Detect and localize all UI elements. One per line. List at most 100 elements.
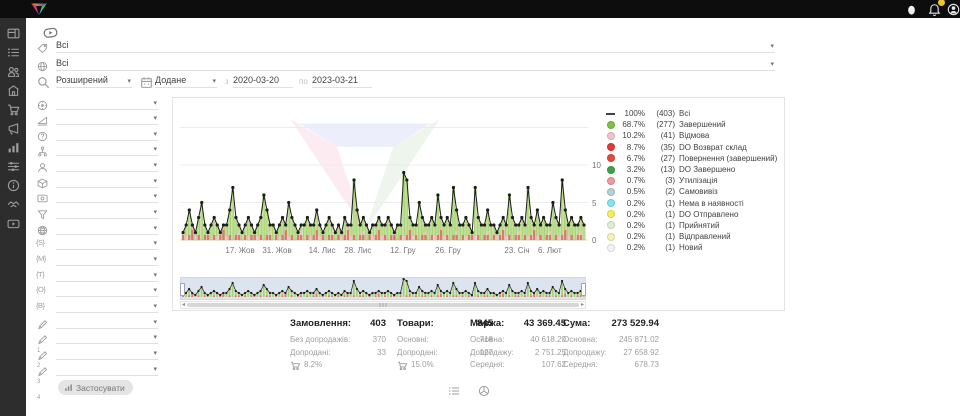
pie-view-icon[interactable] bbox=[478, 385, 490, 397]
sidebar-item-store[interactable] bbox=[7, 84, 20, 97]
cart-upsell-icon bbox=[397, 360, 408, 371]
sidebar-item-marketing[interactable] bbox=[7, 122, 20, 135]
profile-egg-icon[interactable] bbox=[905, 3, 918, 16]
legend-item[interactable]: 8.7%(35)DO Возврат склад bbox=[606, 142, 784, 153]
x-tick-label: 28. Лис bbox=[344, 246, 371, 255]
filter-select-level[interactable]: ▾ bbox=[56, 112, 158, 125]
x-tick-label: 14. Лис bbox=[309, 246, 336, 255]
cart-upsell-icon bbox=[290, 360, 301, 371]
legend-item[interactable]: 0.2%(1)Новий bbox=[606, 242, 784, 253]
legend-item[interactable]: 0.7%(3)Утилізація bbox=[606, 175, 784, 186]
legend-item[interactable]: 68.7%(277)Завершений bbox=[606, 119, 784, 130]
filter-select-brace-B[interactable]: ▾ bbox=[56, 300, 158, 313]
y-tick-label: 5 bbox=[592, 199, 606, 208]
stat-title: Сума:273 529.94 bbox=[563, 318, 659, 329]
users-icon bbox=[7, 65, 20, 78]
x-tick-label: 12. Гру bbox=[390, 246, 416, 255]
legend-item[interactable]: 0.2%(1)Прийнятий bbox=[606, 220, 784, 231]
filter-select-globe[interactable]: ▾ bbox=[56, 222, 158, 235]
sidebar-item-settings[interactable] bbox=[7, 160, 20, 173]
stat-row: Середня:678.73 bbox=[563, 359, 659, 372]
product-icon bbox=[37, 61, 48, 72]
filter-select-help[interactable]: ▾ bbox=[56, 128, 158, 141]
sidebar-item-video[interactable] bbox=[7, 217, 20, 230]
stat-title: Маржа:43 369.45 bbox=[470, 318, 566, 329]
filter-select-funnel[interactable]: ▾ bbox=[56, 206, 158, 219]
calendar-icon[interactable] bbox=[140, 76, 153, 89]
date-from-input[interactable]: 2020-03-20 bbox=[233, 75, 293, 88]
stat-column: Замовлення:403Без допродажів:370Допродан… bbox=[290, 318, 386, 372]
legend-item[interactable]: 10.2%(41)Відмова bbox=[606, 130, 784, 141]
scroll-right-icon[interactable]: ▸ bbox=[581, 301, 584, 308]
notifications-bell-icon[interactable] bbox=[928, 3, 941, 16]
dashboard-icon bbox=[7, 27, 20, 40]
legend-item[interactable]: 0.5%(2)Самовивіз bbox=[606, 186, 784, 197]
top-bar bbox=[0, 0, 960, 18]
apply-button-label: Застосувати bbox=[76, 383, 125, 393]
apply-button[interactable]: Застосувати bbox=[58, 380, 133, 395]
chart-navigator[interactable] bbox=[180, 277, 586, 300]
y-tick-label: 0 bbox=[592, 236, 606, 245]
status-icon bbox=[37, 100, 48, 111]
funnel-icon bbox=[37, 209, 48, 220]
navigator-scrollbar[interactable]: ◂ ▸ bbox=[180, 301, 586, 309]
chart-legend: 100%(403)Всі68.7%(277)Завершений10.2%(41… bbox=[606, 108, 784, 253]
stat-row: Без допродажів:370 bbox=[290, 334, 386, 347]
filter-select-status[interactable]: ▾ bbox=[56, 97, 158, 110]
pencil-icon bbox=[37, 366, 48, 377]
orders-chart[interactable] bbox=[180, 100, 588, 245]
brace-icon: {O} bbox=[36, 285, 45, 294]
filter-select-pencil3[interactable]: ▾ bbox=[56, 347, 158, 360]
orders-list-icon bbox=[7, 46, 20, 59]
legend-item[interactable]: 0.2%(1)Нема в наявності bbox=[606, 198, 784, 209]
legend-item[interactable]: 100%(403)Всі bbox=[606, 108, 784, 119]
legend-item[interactable]: 6.7%(27)Повернення (завершений) bbox=[606, 153, 784, 164]
brace-icon: {T} bbox=[36, 270, 44, 279]
filter-select-screen[interactable]: ▾ bbox=[56, 190, 158, 203]
date-field-select[interactable]: Додане▾ bbox=[155, 75, 217, 88]
filter-select-pencil4[interactable]: ▾ bbox=[56, 363, 158, 376]
video-filter-icon[interactable] bbox=[43, 25, 58, 38]
scroll-left-icon[interactable]: ◂ bbox=[182, 301, 185, 308]
sidebar-item-cart[interactable] bbox=[7, 103, 20, 116]
filter-select-person[interactable]: ▾ bbox=[56, 159, 158, 172]
filter-select-cube[interactable]: ▾ bbox=[56, 175, 158, 188]
filter-select-brace-O[interactable]: ▾ bbox=[56, 284, 158, 297]
sidebar-item-info[interactable] bbox=[7, 179, 20, 192]
filter-select-product[interactable]: Всі▾ bbox=[56, 58, 775, 71]
search-icon[interactable] bbox=[37, 76, 50, 89]
filter-select-tags[interactable]: Всі▾ bbox=[56, 40, 775, 53]
x-tick-label: 6. Лют bbox=[538, 246, 562, 255]
account-icon[interactable] bbox=[947, 3, 960, 16]
sidebar-item-users[interactable] bbox=[7, 65, 20, 78]
list-view-icon[interactable] bbox=[448, 385, 460, 397]
filter-select-pencil2[interactable]: ▾ bbox=[56, 331, 158, 344]
stat-row: Допродажу:27 658.92 bbox=[563, 347, 659, 360]
filter-select-pencil1[interactable]: ▾ bbox=[56, 316, 158, 329]
filter-select-hierarchy[interactable]: ▾ bbox=[56, 143, 158, 156]
main-sidebar bbox=[0, 18, 26, 416]
stat-row: 8.2% bbox=[290, 359, 386, 372]
app-logo-icon[interactable] bbox=[29, 1, 49, 17]
search-mode-select[interactable]: Розширений▾ bbox=[56, 75, 132, 88]
legend-item[interactable]: 0.2%(1)DO Отправлено bbox=[606, 209, 784, 220]
filter-select-brace-T[interactable]: ▾ bbox=[56, 269, 158, 282]
navigator-right-handle[interactable] bbox=[581, 283, 586, 296]
cube-icon bbox=[37, 178, 48, 189]
level-icon bbox=[37, 115, 48, 126]
sidebar-item-dashboard[interactable] bbox=[7, 27, 20, 40]
analytics-icon bbox=[7, 141, 20, 154]
legend-item[interactable]: 0.2%(1)Відправлений bbox=[606, 231, 784, 242]
filter-select-brace-M[interactable]: ▾ bbox=[56, 253, 158, 266]
sidebar-item-analytics[interactable] bbox=[7, 141, 20, 154]
sidebar-item-orders-list[interactable] bbox=[7, 46, 20, 59]
stat-row: Основна:245 871.02 bbox=[563, 334, 659, 347]
person-icon bbox=[37, 162, 48, 173]
navigator-left-handle[interactable] bbox=[180, 283, 185, 296]
scrollbar-thumb[interactable] bbox=[187, 303, 579, 307]
date-to-input[interactable]: 2023-03-21 bbox=[312, 75, 372, 88]
sidebar-item-partners[interactable] bbox=[7, 198, 20, 211]
legend-item[interactable]: 3.2%(13)DO Завершено bbox=[606, 164, 784, 175]
filter-select-brace-S[interactable]: ▾ bbox=[56, 237, 158, 250]
date-from-label: з bbox=[225, 77, 229, 86]
